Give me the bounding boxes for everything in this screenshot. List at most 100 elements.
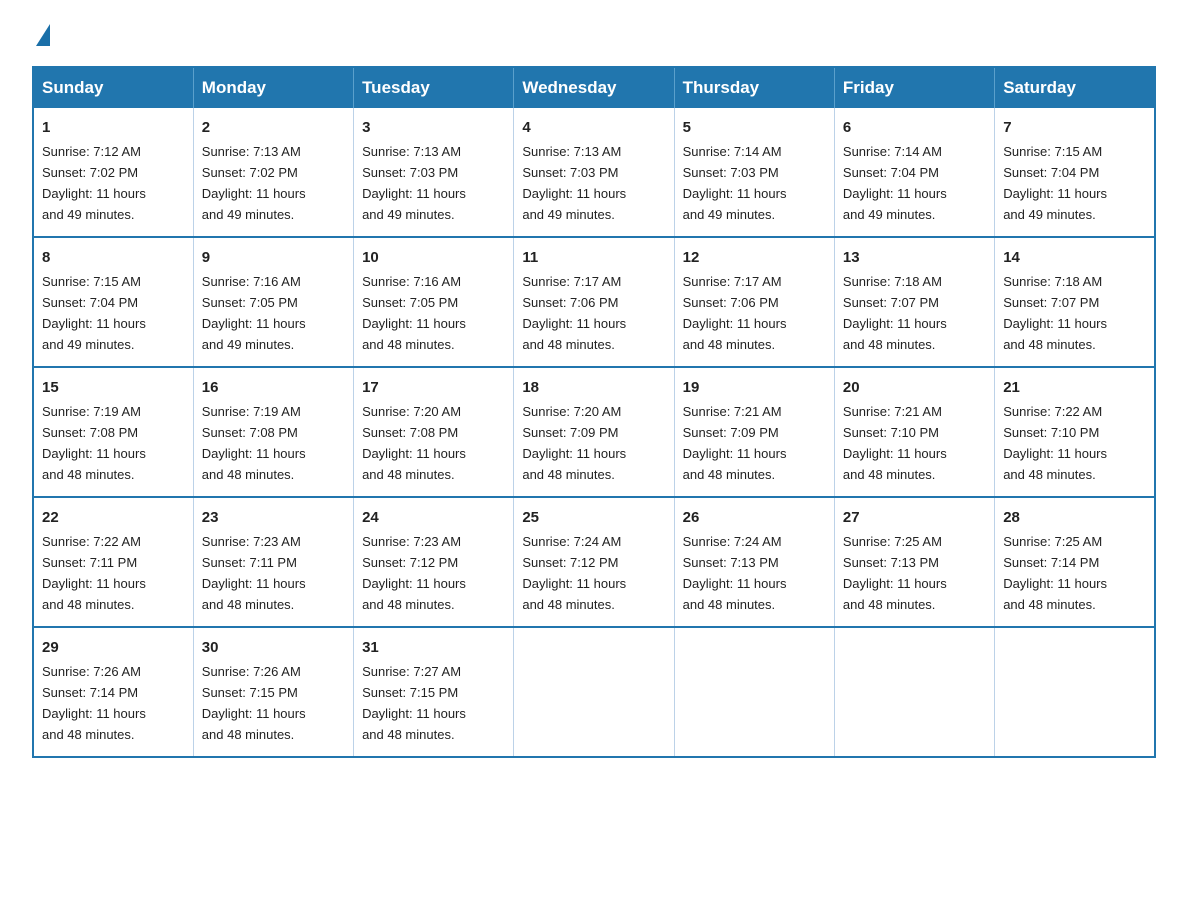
day-info: Sunrise: 7:18 AMSunset: 7:07 PMDaylight:…: [843, 274, 947, 352]
logo-blue-text: [32, 24, 50, 48]
calendar-cell: 30 Sunrise: 7:26 AMSunset: 7:15 PMDaylig…: [193, 627, 353, 757]
day-number: 17: [362, 376, 505, 399]
day-number: 26: [683, 506, 826, 529]
day-info: Sunrise: 7:14 AMSunset: 7:04 PMDaylight:…: [843, 144, 947, 222]
day-info: Sunrise: 7:23 AMSunset: 7:12 PMDaylight:…: [362, 534, 466, 612]
calendar-cell: 27 Sunrise: 7:25 AMSunset: 7:13 PMDaylig…: [834, 497, 994, 627]
calendar-header-friday: Friday: [834, 67, 994, 108]
calendar-table: SundayMondayTuesdayWednesdayThursdayFrid…: [32, 66, 1156, 758]
calendar-header-saturday: Saturday: [995, 67, 1155, 108]
calendar-cell: 31 Sunrise: 7:27 AMSunset: 7:15 PMDaylig…: [354, 627, 514, 757]
day-number: 4: [522, 116, 665, 139]
calendar-cell: 10 Sunrise: 7:16 AMSunset: 7:05 PMDaylig…: [354, 237, 514, 367]
day-info: Sunrise: 7:16 AMSunset: 7:05 PMDaylight:…: [202, 274, 306, 352]
day-info: Sunrise: 7:23 AMSunset: 7:11 PMDaylight:…: [202, 534, 306, 612]
calendar-cell: 6 Sunrise: 7:14 AMSunset: 7:04 PMDayligh…: [834, 108, 994, 237]
calendar-header-wednesday: Wednesday: [514, 67, 674, 108]
day-info: Sunrise: 7:20 AMSunset: 7:08 PMDaylight:…: [362, 404, 466, 482]
logo: [32, 24, 50, 48]
day-info: Sunrise: 7:18 AMSunset: 7:07 PMDaylight:…: [1003, 274, 1107, 352]
day-info: Sunrise: 7:26 AMSunset: 7:14 PMDaylight:…: [42, 664, 146, 742]
day-info: Sunrise: 7:22 AMSunset: 7:10 PMDaylight:…: [1003, 404, 1107, 482]
day-info: Sunrise: 7:21 AMSunset: 7:09 PMDaylight:…: [683, 404, 787, 482]
day-info: Sunrise: 7:24 AMSunset: 7:13 PMDaylight:…: [683, 534, 787, 612]
calendar-cell: 2 Sunrise: 7:13 AMSunset: 7:02 PMDayligh…: [193, 108, 353, 237]
day-number: 25: [522, 506, 665, 529]
calendar-cell: 28 Sunrise: 7:25 AMSunset: 7:14 PMDaylig…: [995, 497, 1155, 627]
calendar-cell: 20 Sunrise: 7:21 AMSunset: 7:10 PMDaylig…: [834, 367, 994, 497]
calendar-cell: 15 Sunrise: 7:19 AMSunset: 7:08 PMDaylig…: [33, 367, 193, 497]
calendar-cell: 29 Sunrise: 7:26 AMSunset: 7:14 PMDaylig…: [33, 627, 193, 757]
day-info: Sunrise: 7:27 AMSunset: 7:15 PMDaylight:…: [362, 664, 466, 742]
calendar-cell: 3 Sunrise: 7:13 AMSunset: 7:03 PMDayligh…: [354, 108, 514, 237]
day-number: 2: [202, 116, 345, 139]
day-info: Sunrise: 7:13 AMSunset: 7:03 PMDaylight:…: [522, 144, 626, 222]
day-number: 1: [42, 116, 185, 139]
day-number: 16: [202, 376, 345, 399]
day-info: Sunrise: 7:25 AMSunset: 7:14 PMDaylight:…: [1003, 534, 1107, 612]
logo-triangle-icon: [36, 24, 50, 46]
day-info: Sunrise: 7:19 AMSunset: 7:08 PMDaylight:…: [42, 404, 146, 482]
calendar-cell: 4 Sunrise: 7:13 AMSunset: 7:03 PMDayligh…: [514, 108, 674, 237]
calendar-cell: 18 Sunrise: 7:20 AMSunset: 7:09 PMDaylig…: [514, 367, 674, 497]
day-number: 6: [843, 116, 986, 139]
day-info: Sunrise: 7:12 AMSunset: 7:02 PMDaylight:…: [42, 144, 146, 222]
calendar-header-thursday: Thursday: [674, 67, 834, 108]
calendar-week-row: 22 Sunrise: 7:22 AMSunset: 7:11 PMDaylig…: [33, 497, 1155, 627]
calendar-cell: 25 Sunrise: 7:24 AMSunset: 7:12 PMDaylig…: [514, 497, 674, 627]
calendar-cell: 11 Sunrise: 7:17 AMSunset: 7:06 PMDaylig…: [514, 237, 674, 367]
calendar-week-row: 1 Sunrise: 7:12 AMSunset: 7:02 PMDayligh…: [33, 108, 1155, 237]
day-number: 31: [362, 636, 505, 659]
day-number: 9: [202, 246, 345, 269]
calendar-header-monday: Monday: [193, 67, 353, 108]
day-number: 13: [843, 246, 986, 269]
calendar-cell: 16 Sunrise: 7:19 AMSunset: 7:08 PMDaylig…: [193, 367, 353, 497]
day-info: Sunrise: 7:25 AMSunset: 7:13 PMDaylight:…: [843, 534, 947, 612]
calendar-cell: 5 Sunrise: 7:14 AMSunset: 7:03 PMDayligh…: [674, 108, 834, 237]
day-number: 21: [1003, 376, 1146, 399]
day-info: Sunrise: 7:15 AMSunset: 7:04 PMDaylight:…: [42, 274, 146, 352]
calendar-cell: 13 Sunrise: 7:18 AMSunset: 7:07 PMDaylig…: [834, 237, 994, 367]
day-number: 5: [683, 116, 826, 139]
day-number: 10: [362, 246, 505, 269]
day-number: 7: [1003, 116, 1146, 139]
day-info: Sunrise: 7:17 AMSunset: 7:06 PMDaylight:…: [522, 274, 626, 352]
page-header: [32, 24, 1156, 48]
day-number: 15: [42, 376, 185, 399]
calendar-cell: 12 Sunrise: 7:17 AMSunset: 7:06 PMDaylig…: [674, 237, 834, 367]
calendar-cell: 24 Sunrise: 7:23 AMSunset: 7:12 PMDaylig…: [354, 497, 514, 627]
day-number: 8: [42, 246, 185, 269]
day-number: 14: [1003, 246, 1146, 269]
day-info: Sunrise: 7:13 AMSunset: 7:02 PMDaylight:…: [202, 144, 306, 222]
calendar-cell: 19 Sunrise: 7:21 AMSunset: 7:09 PMDaylig…: [674, 367, 834, 497]
calendar-cell: 22 Sunrise: 7:22 AMSunset: 7:11 PMDaylig…: [33, 497, 193, 627]
calendar-cell: 17 Sunrise: 7:20 AMSunset: 7:08 PMDaylig…: [354, 367, 514, 497]
calendar-cell: [995, 627, 1155, 757]
day-number: 28: [1003, 506, 1146, 529]
day-number: 29: [42, 636, 185, 659]
day-number: 3: [362, 116, 505, 139]
day-info: Sunrise: 7:20 AMSunset: 7:09 PMDaylight:…: [522, 404, 626, 482]
calendar-header-row: SundayMondayTuesdayWednesdayThursdayFrid…: [33, 67, 1155, 108]
calendar-header-sunday: Sunday: [33, 67, 193, 108]
calendar-header-tuesday: Tuesday: [354, 67, 514, 108]
day-number: 18: [522, 376, 665, 399]
day-info: Sunrise: 7:26 AMSunset: 7:15 PMDaylight:…: [202, 664, 306, 742]
calendar-cell: [834, 627, 994, 757]
day-number: 23: [202, 506, 345, 529]
calendar-cell: 14 Sunrise: 7:18 AMSunset: 7:07 PMDaylig…: [995, 237, 1155, 367]
day-info: Sunrise: 7:13 AMSunset: 7:03 PMDaylight:…: [362, 144, 466, 222]
day-number: 22: [42, 506, 185, 529]
calendar-week-row: 15 Sunrise: 7:19 AMSunset: 7:08 PMDaylig…: [33, 367, 1155, 497]
calendar-cell: 21 Sunrise: 7:22 AMSunset: 7:10 PMDaylig…: [995, 367, 1155, 497]
calendar-cell: 9 Sunrise: 7:16 AMSunset: 7:05 PMDayligh…: [193, 237, 353, 367]
day-info: Sunrise: 7:14 AMSunset: 7:03 PMDaylight:…: [683, 144, 787, 222]
calendar-cell: 23 Sunrise: 7:23 AMSunset: 7:11 PMDaylig…: [193, 497, 353, 627]
day-info: Sunrise: 7:21 AMSunset: 7:10 PMDaylight:…: [843, 404, 947, 482]
day-number: 19: [683, 376, 826, 399]
calendar-week-row: 8 Sunrise: 7:15 AMSunset: 7:04 PMDayligh…: [33, 237, 1155, 367]
day-number: 11: [522, 246, 665, 269]
calendar-week-row: 29 Sunrise: 7:26 AMSunset: 7:14 PMDaylig…: [33, 627, 1155, 757]
calendar-cell: 7 Sunrise: 7:15 AMSunset: 7:04 PMDayligh…: [995, 108, 1155, 237]
calendar-cell: [674, 627, 834, 757]
